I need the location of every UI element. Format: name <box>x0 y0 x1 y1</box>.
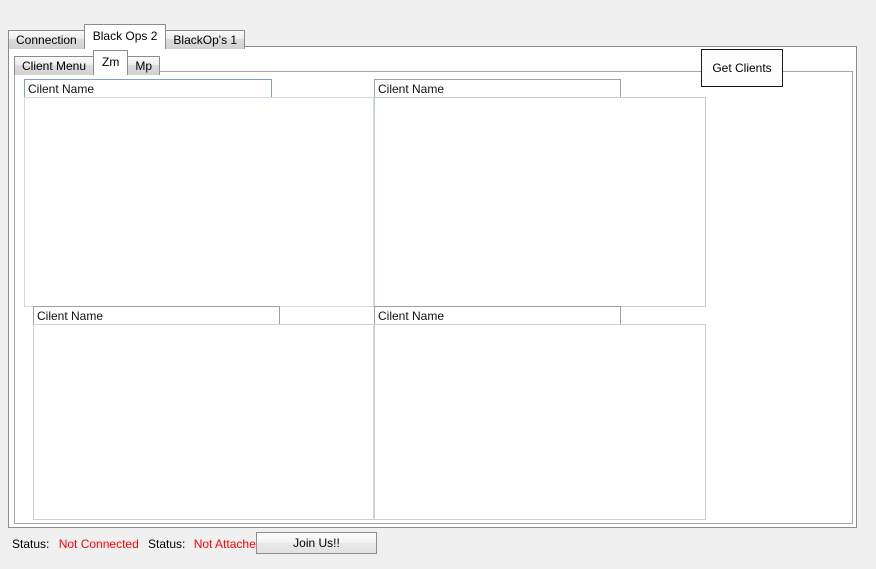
tab-black-ops-1[interactable]: BlackOp's 1 <box>165 30 246 49</box>
client-name-input-bottom-right[interactable]: Cilent Name <box>374 306 621 325</box>
status-attach: Status: Not Attached <box>148 537 262 551</box>
get-clients-button-label: Get Clients <box>712 61 772 75</box>
tab-connection-label: Connection <box>16 33 77 47</box>
join-us-button[interactable]: Join Us!! <box>256 532 377 554</box>
tab-zm-label: Zm <box>102 55 120 69</box>
status-attach-value: Not Attached <box>193 537 263 551</box>
client-panel-bottom-left: Cilent Name <box>33 306 374 520</box>
outer-tab-page-black-ops-2: Client Menu Zm Mp Cilent Name Cilent Nam… <box>8 46 857 528</box>
status-attach-label: Status: <box>148 537 186 551</box>
tab-connection[interactable]: Connection <box>8 30 85 49</box>
inner-tab-page-zm: Cilent Name Cilent Name Cilent Name Cile… <box>14 71 853 524</box>
get-clients-button[interactable]: Get Clients <box>701 49 783 87</box>
status-connection-label: Status: <box>12 537 50 551</box>
client-panel-top-left: Cilent Name <box>24 79 374 307</box>
client-list-top-left[interactable] <box>24 97 374 307</box>
status-connection-value: Not Connected <box>58 537 139 551</box>
tab-black-ops-2-label: Black Ops 2 <box>92 29 158 43</box>
client-name-input-bottom-left[interactable]: Cilent Name <box>33 306 280 325</box>
tab-black-ops-1-label: BlackOp's 1 <box>173 33 238 47</box>
client-panel-top-right: Cilent Name <box>374 79 706 307</box>
tab-client-menu[interactable]: Client Menu <box>14 56 95 75</box>
tab-client-menu-label: Client Menu <box>22 59 87 73</box>
client-list-bottom-right[interactable] <box>374 324 706 520</box>
tab-mp[interactable]: Mp <box>127 56 161 75</box>
outer-tab-control: Connection Black Ops 2 BlackOp's 1 Clien… <box>8 24 857 528</box>
outer-tab-strip: Connection Black Ops 2 BlackOp's 1 <box>8 24 246 49</box>
inner-tab-strip: Client Menu Zm Mp <box>14 50 161 75</box>
inner-tab-control: Client Menu Zm Mp Cilent Name Cilent Nam… <box>14 50 853 524</box>
tab-mp-label: Mp <box>135 59 153 73</box>
tab-black-ops-2[interactable]: Black Ops 2 <box>83 24 167 47</box>
client-name-input-top-left[interactable]: Cilent Name <box>24 79 272 98</box>
tab-zm[interactable]: Zm <box>93 50 129 73</box>
client-name-input-top-right[interactable]: Cilent Name <box>374 79 621 98</box>
status-connection: Status: Not Connected <box>12 537 139 551</box>
join-us-button-label: Join Us!! <box>293 536 340 550</box>
client-list-bottom-left[interactable] <box>33 324 374 520</box>
client-panel-bottom-right: Cilent Name <box>374 306 706 520</box>
client-list-top-right[interactable] <box>374 97 706 307</box>
